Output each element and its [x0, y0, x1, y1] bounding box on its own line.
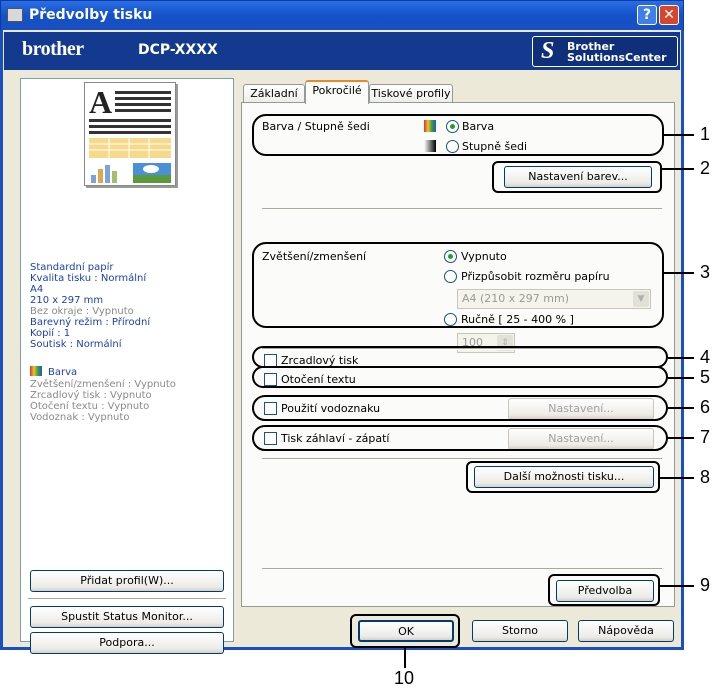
help-title-button[interactable]: ?: [637, 5, 657, 25]
printer-icon: [7, 8, 23, 22]
callout-1-outline: [252, 114, 664, 156]
callout-3-outline: [252, 242, 664, 328]
callout-2: 2: [700, 158, 711, 178]
callout-8-line: [660, 477, 694, 479]
callout-9-line: [660, 585, 694, 587]
callout-5-line: [668, 377, 694, 379]
callout-10-line: [404, 648, 406, 668]
summary-quality: Kvalita tisku : Normální: [30, 273, 147, 284]
callout-7: 7: [700, 427, 711, 447]
callout-9: 9: [700, 575, 711, 595]
separator-1: [262, 208, 662, 210]
summary-borderless: Bez okraje : Vypnuto: [30, 306, 134, 317]
callout-6-line: [668, 407, 694, 409]
separator-4: [262, 568, 662, 570]
callout-2-outline: [492, 161, 662, 193]
summary-paper: A4: [30, 284, 44, 295]
summary-color: Barva: [30, 366, 77, 378]
callout-6-outline: [252, 395, 668, 421]
tab-profiles[interactable]: Tiskové profily: [369, 84, 453, 104]
callout-7-line: [668, 437, 694, 439]
callout-5-outline: [252, 366, 668, 388]
support-button[interactable]: Podpora...: [30, 632, 224, 654]
callout-5: 5: [700, 367, 711, 387]
summary-copies: Kopií : 1: [30, 328, 71, 339]
callout-1-line: [664, 134, 694, 136]
model-name: DCP-XXXX: [138, 42, 218, 58]
callout-8-outline: [466, 461, 660, 493]
callout-4: 4: [700, 347, 711, 367]
callout-10: 10: [394, 668, 415, 688]
summary-media: Standardní papír: [30, 262, 114, 273]
callout-3: 3: [700, 262, 711, 282]
summary-size: 210 x 297 mm: [30, 295, 104, 306]
summary-watermark: Vodoznak : Vypnuto: [30, 412, 130, 423]
left-separator: [28, 598, 226, 600]
window-title: Předvolby tisku: [29, 7, 153, 23]
add-profile-button[interactable]: Přidat profil(W)...: [30, 570, 224, 592]
callout-10-outline: [350, 614, 460, 648]
solutions-center-button[interactable]: S Brother SolutionsCenter: [532, 36, 678, 67]
callout-8: 8: [700, 467, 711, 487]
summary-collate: Soutisk : Normální: [30, 339, 122, 350]
summary-reverse: Otočení textu : Vypnuto: [30, 401, 150, 412]
status-monitor-button[interactable]: Spustit Status Monitor...: [30, 606, 224, 628]
solutions-label-2: SolutionsCenter: [567, 51, 667, 64]
color-swatch-icon: [30, 366, 42, 376]
summary-color-mode: Barevný režim : Přírodní: [30, 317, 151, 328]
tab-advanced[interactable]: Pokročilé: [305, 80, 369, 104]
help-button[interactable]: Nápověda: [578, 620, 674, 642]
brother-logo: brother: [22, 38, 84, 60]
callout-7-outline: [252, 425, 668, 451]
cancel-button[interactable]: Storno: [472, 620, 568, 642]
callout-9-outline: [548, 574, 660, 606]
separator-3: [262, 458, 662, 460]
tab-basic[interactable]: Základní: [243, 84, 305, 104]
title-bar: Předvolby tisku ? ✕: [0, 0, 684, 30]
summary-mirror: Zrcadlový tisk : Vypnuto: [30, 390, 152, 401]
preview-image: A: [89, 84, 171, 183]
solutions-logo-icon: S: [541, 38, 555, 64]
page-preview: A: [84, 82, 176, 186]
callout-2-line: [662, 168, 694, 170]
callout-4-line: [668, 357, 694, 359]
callout-6: 6: [700, 397, 711, 417]
summary-scaling: Zvětšení/zmenšení : Vypnuto: [30, 379, 176, 390]
callout-3-line: [664, 272, 694, 274]
close-button[interactable]: ✕: [659, 5, 679, 25]
callout-4-outline: [252, 346, 668, 368]
svg-text:A: A: [89, 84, 112, 120]
callout-1: 1: [700, 124, 711, 144]
